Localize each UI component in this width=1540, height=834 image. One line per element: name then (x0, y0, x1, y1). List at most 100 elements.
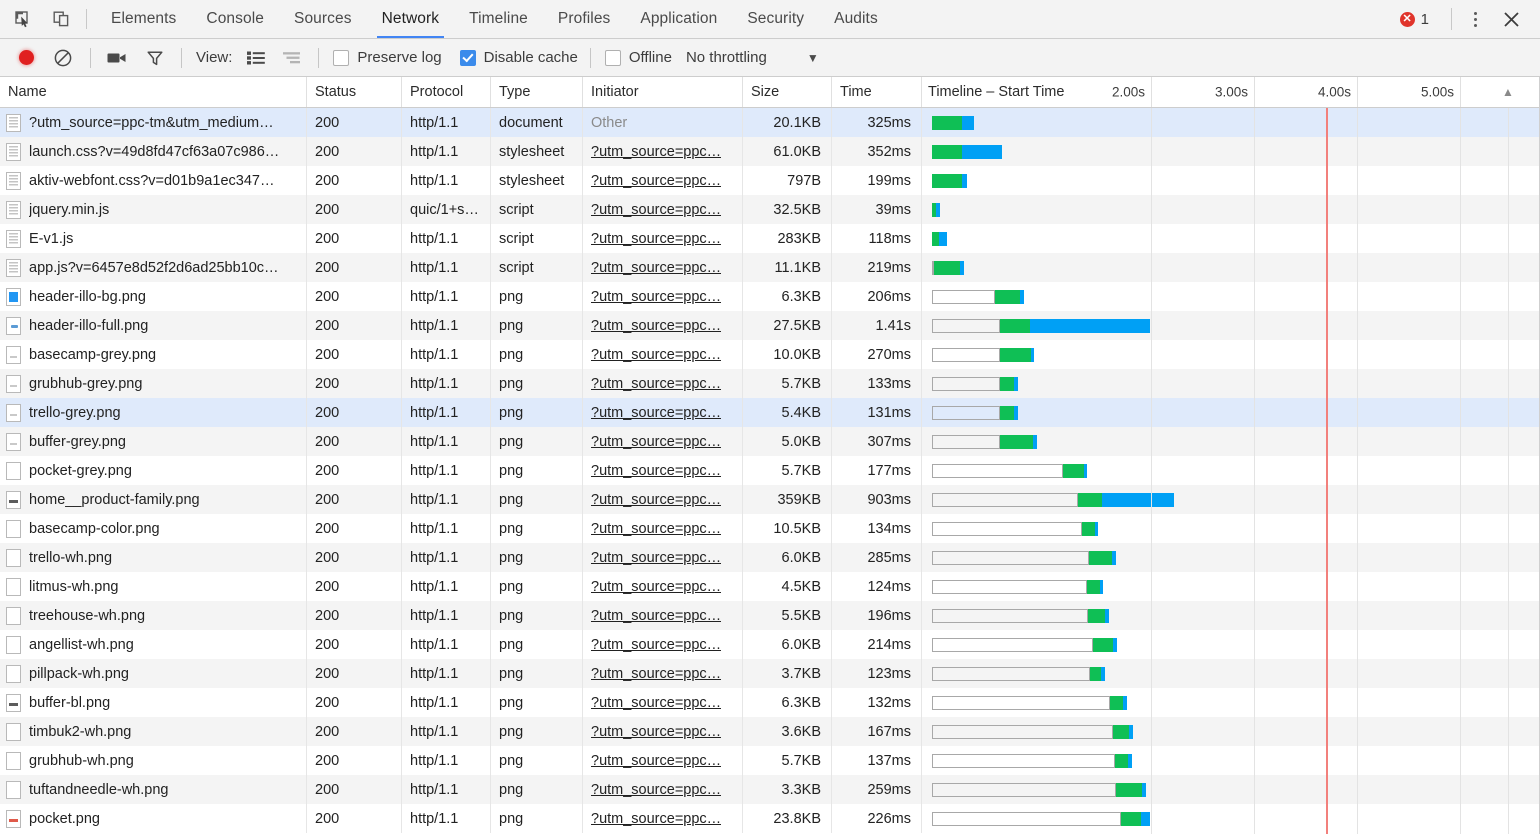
cell-initiator[interactable]: ?utm_source=ppc… (583, 630, 743, 659)
cell-initiator[interactable]: ?utm_source=ppc… (583, 456, 743, 485)
cell-waterfall[interactable] (922, 456, 1540, 485)
waterfall-bar[interactable] (1078, 493, 1174, 507)
chevron-down-icon[interactable]: ▼ (807, 51, 819, 65)
cell-initiator[interactable]: ?utm_source=ppc… (583, 282, 743, 311)
filter-funnel-icon[interactable] (141, 44, 169, 72)
cell-waterfall[interactable] (922, 746, 1540, 775)
initiator-link[interactable]: ?utm_source=ppc… (591, 492, 721, 508)
cell-initiator[interactable]: ?utm_source=ppc… (583, 398, 743, 427)
cell-name[interactable]: pocket-grey.png (0, 456, 307, 485)
cell-waterfall[interactable] (922, 514, 1540, 543)
cell-initiator[interactable]: ?utm_source=ppc… (583, 659, 743, 688)
table-row[interactable]: pocket-grey.png200http/1.1png?utm_source… (0, 456, 1540, 485)
cell-initiator[interactable]: ?utm_source=ppc… (583, 311, 743, 340)
tab-elements[interactable]: Elements (96, 0, 191, 38)
cell-waterfall[interactable] (922, 311, 1540, 340)
table-row[interactable]: jquery.min.js200quic/1+s…script?utm_sour… (0, 195, 1540, 224)
table-row[interactable]: angellist-wh.png200http/1.1png?utm_sourc… (0, 630, 1540, 659)
column-header-time[interactable]: Time (832, 77, 922, 107)
initiator-link[interactable]: ?utm_source=ppc… (591, 753, 721, 769)
waterfall-view-icon[interactable] (278, 44, 306, 72)
cell-initiator[interactable]: ?utm_source=ppc… (583, 224, 743, 253)
initiator-link[interactable]: ?utm_source=ppc… (591, 318, 721, 334)
cell-waterfall[interactable] (922, 108, 1540, 137)
column-header-size[interactable]: Size (743, 77, 832, 107)
cell-name[interactable]: aktiv-webfont.css?v=d01b9a1ec347… (0, 166, 307, 195)
inspect-element-icon[interactable] (10, 6, 36, 32)
cell-name[interactable]: litmus-wh.png (0, 572, 307, 601)
cell-initiator[interactable]: ?utm_source=ppc… (583, 543, 743, 572)
waterfall-bar[interactable] (932, 232, 947, 246)
tab-profiles[interactable]: Profiles (543, 0, 625, 38)
initiator-link[interactable]: ?utm_source=ppc… (591, 434, 721, 450)
list-view-icon[interactable] (242, 44, 270, 72)
cell-name[interactable]: pillpack-wh.png (0, 659, 307, 688)
initiator-link[interactable]: ?utm_source=ppc… (591, 579, 721, 595)
waterfall-bar[interactable] (1116, 783, 1146, 797)
waterfall-bar[interactable] (1090, 667, 1105, 681)
initiator-link[interactable]: ?utm_source=ppc… (591, 144, 721, 160)
cell-initiator[interactable]: ?utm_source=ppc… (583, 601, 743, 630)
cell-waterfall[interactable] (922, 688, 1540, 717)
cell-name[interactable]: tuftandneedle-wh.png (0, 775, 307, 804)
cell-waterfall[interactable] (922, 630, 1540, 659)
clear-button[interactable] (48, 43, 78, 73)
table-row[interactable]: trello-wh.png200http/1.1png?utm_source=p… (0, 543, 1540, 572)
waterfall-bar[interactable] (1082, 522, 1098, 536)
initiator-link[interactable]: ?utm_source=ppc… (591, 231, 721, 247)
waterfall-bar[interactable] (1110, 696, 1127, 710)
cell-waterfall[interactable] (922, 543, 1540, 572)
waterfall-bar[interactable] (1000, 348, 1034, 362)
disable-cache-checkbox[interactable]: Disable cache (460, 49, 578, 66)
cell-waterfall[interactable] (922, 572, 1540, 601)
tab-network[interactable]: Network (367, 0, 455, 38)
initiator-link[interactable]: ?utm_source=ppc… (591, 608, 721, 624)
cell-name[interactable]: timbuk2-wh.png (0, 717, 307, 746)
error-badge[interactable]: ✕ 1 (1400, 11, 1441, 28)
waterfall-bar[interactable] (932, 174, 967, 188)
cell-name[interactable]: header-illo-bg.png (0, 282, 307, 311)
table-row[interactable]: pocket.png200http/1.1png?utm_source=ppc…… (0, 804, 1540, 833)
column-header-status[interactable]: Status (307, 77, 402, 107)
initiator-link[interactable]: ?utm_source=ppc… (591, 347, 721, 363)
tab-console[interactable]: Console (191, 0, 279, 38)
cell-name[interactable]: jquery.min.js (0, 195, 307, 224)
table-row[interactable]: tuftandneedle-wh.png200http/1.1png?utm_s… (0, 775, 1540, 804)
cell-waterfall[interactable] (922, 137, 1540, 166)
waterfall-bar[interactable] (934, 261, 964, 275)
table-row[interactable]: basecamp-color.png200http/1.1png?utm_sou… (0, 514, 1540, 543)
column-header-waterfall[interactable]: Timeline – Start Time2.00s3.00s4.00s5.00… (922, 77, 1540, 107)
initiator-link[interactable]: ?utm_source=ppc… (591, 289, 721, 305)
table-row[interactable]: launch.css?v=49d8fd47cf63a07c986…200http… (0, 137, 1540, 166)
cell-initiator[interactable]: ?utm_source=ppc… (583, 775, 743, 804)
initiator-link[interactable]: ?utm_source=ppc… (591, 637, 721, 653)
initiator-link[interactable]: ?utm_source=ppc… (591, 202, 721, 218)
cell-name[interactable]: launch.css?v=49d8fd47cf63a07c986… (0, 137, 307, 166)
cell-waterfall[interactable] (922, 804, 1540, 833)
waterfall-bar[interactable] (1088, 609, 1109, 623)
cell-waterfall[interactable] (922, 224, 1540, 253)
table-row[interactable]: buffer-grey.png200http/1.1png?utm_source… (0, 427, 1540, 456)
close-icon[interactable] (1496, 4, 1526, 34)
waterfall-bar[interactable] (1000, 377, 1018, 391)
table-row[interactable]: aktiv-webfont.css?v=d01b9a1ec347…200http… (0, 166, 1540, 195)
waterfall-bar[interactable] (932, 145, 1002, 159)
waterfall-bar[interactable] (1000, 406, 1018, 420)
table-row[interactable]: litmus-wh.png200http/1.1png?utm_source=p… (0, 572, 1540, 601)
tab-sources[interactable]: Sources (279, 0, 367, 38)
cell-waterfall[interactable] (922, 253, 1540, 282)
cell-initiator[interactable]: ?utm_source=ppc… (583, 746, 743, 775)
waterfall-bar[interactable] (1063, 464, 1087, 478)
waterfall-bar[interactable] (932, 116, 974, 130)
initiator-link[interactable]: ?utm_source=ppc… (591, 260, 721, 276)
table-row[interactable]: ?utm_source=ppc-tm&utm_medium…200http/1.… (0, 108, 1540, 137)
waterfall-bar[interactable] (1121, 812, 1150, 826)
initiator-link[interactable]: ?utm_source=ppc… (591, 405, 721, 421)
cell-waterfall[interactable] (922, 282, 1540, 311)
cell-name[interactable]: app.js?v=6457e8d52f2d6ad25bb10c… (0, 253, 307, 282)
cell-name[interactable]: header-illo-full.png (0, 311, 307, 340)
table-row[interactable]: app.js?v=6457e8d52f2d6ad25bb10c…200http/… (0, 253, 1540, 282)
cell-initiator[interactable]: ?utm_source=ppc… (583, 514, 743, 543)
cell-waterfall[interactable] (922, 601, 1540, 630)
table-row[interactable]: E-v1.js200http/1.1script?utm_source=ppc…… (0, 224, 1540, 253)
